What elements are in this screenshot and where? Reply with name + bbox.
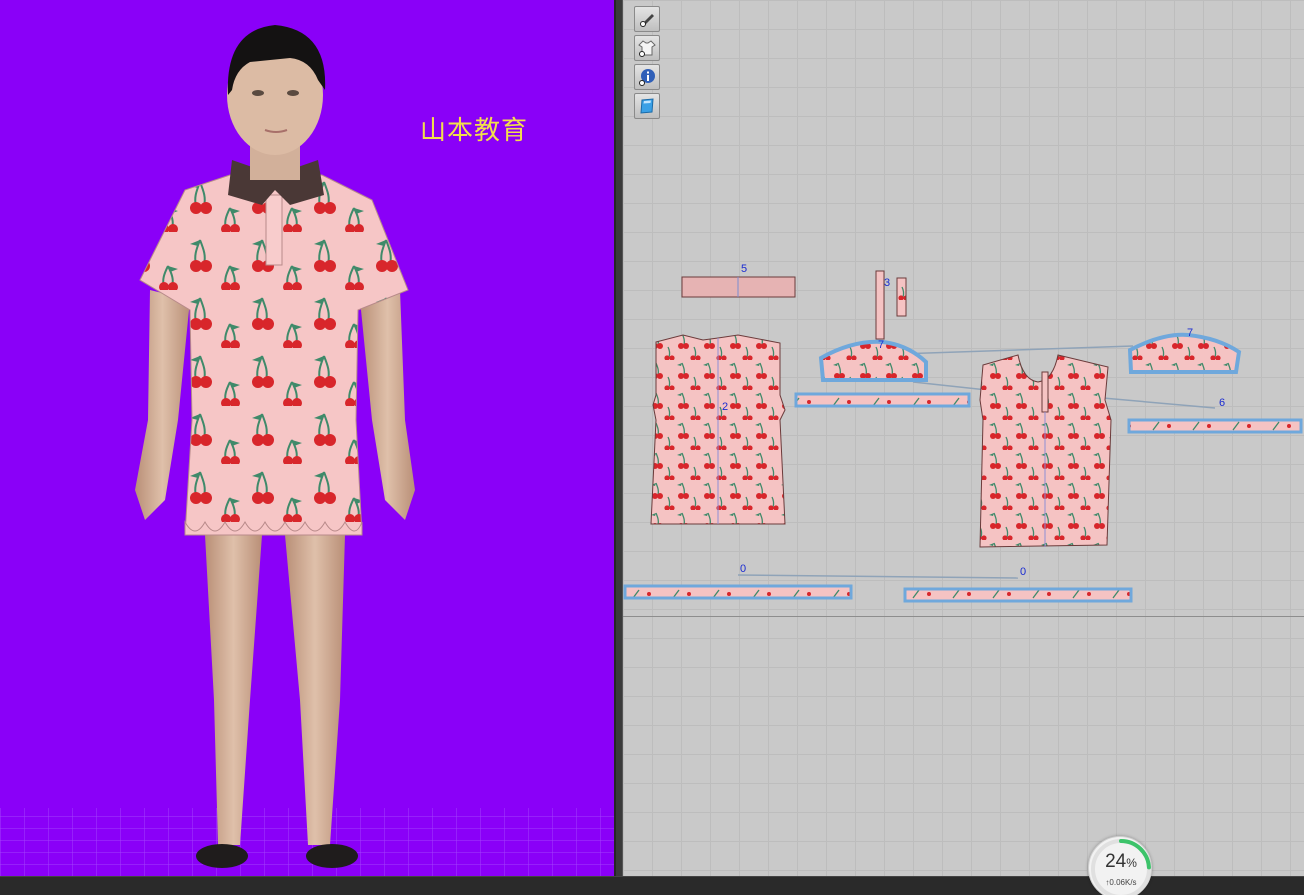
2d-pattern-view[interactable]: 5 3 2 7 7 6 0 0 [623,0,1304,876]
watermark-text: 山本教育 [420,116,529,146]
pattern-canvas[interactable]: 5 3 2 7 7 6 0 0 [623,0,1304,876]
pattern-piece-placket-long [875,270,885,340]
label-hem-band-left: 0 [740,563,746,575]
progress-percent: 24% [1105,851,1137,872]
pattern-piece-sleeve-left [818,339,928,382]
show-pattern-button[interactable] [634,6,660,32]
pattern-piece-hem-band-left [623,584,853,600]
label-back-body: 2 [722,401,728,413]
label-placket: 3 [884,277,890,289]
show-garment-icon [638,40,656,57]
texture-button[interactable] [634,93,660,119]
2d-view-toolbar [634,6,660,122]
label-sleeve-left: 7 [878,339,884,351]
progress-indicator: 24% ↑0.06K/s [1088,836,1152,895]
pattern-piece-placket-short [896,277,907,317]
upload-speed: ↑0.06K/s [1105,878,1137,887]
view-splitter[interactable] [614,0,623,876]
show-garment-button[interactable] [634,35,660,61]
app-window: 山本教育 5 3 2 7 7 6 0 0 24% ↑0.06K/s [0,0,1304,895]
pattern-piece-sleeve-right [1127,332,1242,374]
pattern-piece-hem-band-right [903,587,1133,603]
pattern-piece-sleeve-band-left [794,392,971,408]
info-button[interactable] [634,64,660,90]
info-icon [639,69,655,86]
label-collar: 5 [741,263,747,275]
label-hem-band-right: 0 [1020,566,1026,578]
label-sleeve-right: 7 [1187,327,1193,339]
pattern-piece-sleeve-band-right [1127,418,1303,434]
show-pattern-icon [640,14,654,27]
label-sleeve-band: 6 [1219,397,1225,409]
3d-viewport[interactable]: 山本教育 [0,0,614,876]
texture-icon [640,98,654,114]
